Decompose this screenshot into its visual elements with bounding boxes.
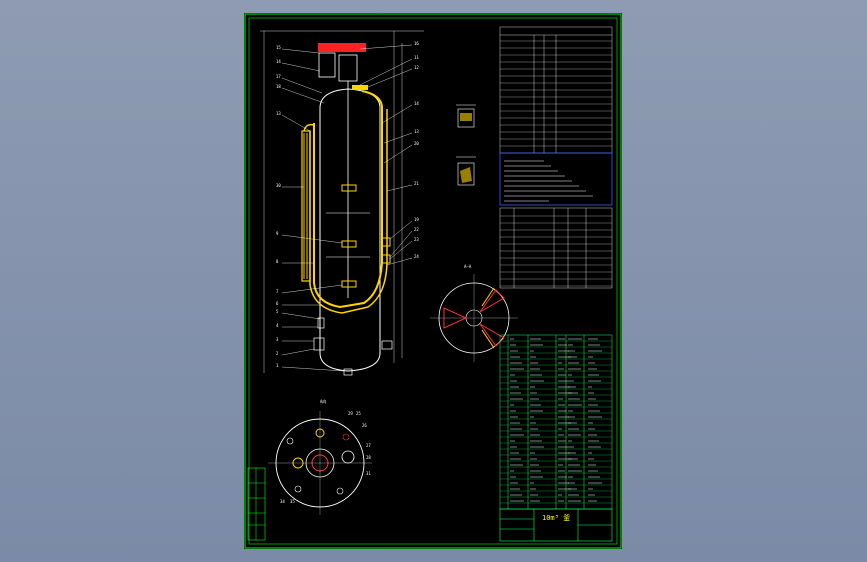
top-callout-34: 34 xyxy=(280,499,285,504)
section-a-label: A—A xyxy=(464,264,472,269)
drive-flange xyxy=(318,43,366,52)
drawing-title: 10m³ 釜 xyxy=(542,513,570,522)
impeller-middle xyxy=(341,240,357,248)
callout-3: 3 xyxy=(276,337,279,342)
callout-21: 21 xyxy=(414,181,419,186)
side-strip xyxy=(247,467,266,541)
callout-22: 22 xyxy=(414,227,419,232)
top-view: A向 29 25 26 27 28 31 34 35 xyxy=(268,398,372,515)
top-callout-26: 26 xyxy=(362,423,367,428)
cad-drawing: 15 14 17 18 13 30 9 8 7 6 5 4 3 2 1 16 1… xyxy=(244,13,622,549)
callout-30: 30 xyxy=(276,183,281,188)
top-callout-29: 29 xyxy=(348,411,353,416)
top-callout-28: 28 xyxy=(366,455,371,460)
callout-7: 7 xyxy=(276,289,279,294)
coil-bank xyxy=(301,130,311,282)
vessel-elevation: 15 14 17 18 13 30 9 8 7 6 5 4 3 2 1 16 1… xyxy=(260,30,424,376)
callout-13: 13 xyxy=(276,111,281,116)
impeller-lower xyxy=(341,280,357,288)
impeller-upper xyxy=(341,184,357,192)
top-callout-31: 31 xyxy=(366,471,371,476)
support-leg-left xyxy=(317,317,325,329)
callout-5: 5 xyxy=(276,309,279,314)
callout-23: 23 xyxy=(414,237,419,242)
drawing-sheet: 15 14 17 18 13 30 9 8 7 6 5 4 3 2 1 16 1… xyxy=(244,13,622,549)
callout-1: 1 xyxy=(276,363,279,368)
callout-12: 12 xyxy=(414,65,419,70)
callout-4: 4 xyxy=(276,323,279,328)
detail-views xyxy=(456,104,476,186)
callout-24: 24 xyxy=(414,254,419,259)
top-nozzle xyxy=(352,85,368,90)
callout-16: 16 xyxy=(414,41,419,46)
top-callout-35: 35 xyxy=(290,499,295,504)
callout-14r: 14 xyxy=(414,101,419,106)
callout-2: 2 xyxy=(276,351,279,356)
section-view-a: A—A xyxy=(430,264,518,362)
vessel-shell xyxy=(319,88,381,372)
nozzle-table xyxy=(499,207,613,289)
callout-9: 9 xyxy=(276,231,279,236)
callout-18: 18 xyxy=(276,84,281,89)
callout-6: 6 xyxy=(276,301,279,306)
callout-14: 14 xyxy=(276,59,281,64)
top-view-label: A向 xyxy=(320,398,326,404)
support-leg-right xyxy=(381,340,393,350)
callout-15: 15 xyxy=(276,45,281,50)
reducer xyxy=(338,54,358,82)
callout-17: 17 xyxy=(276,74,281,79)
side-nozzle xyxy=(381,237,391,247)
bottom-outlet xyxy=(343,368,353,376)
callout-11: 11 xyxy=(414,55,419,60)
callout-8: 8 xyxy=(276,259,279,264)
outer-border xyxy=(244,13,622,549)
top-callout-27: 27 xyxy=(366,443,371,448)
top-callout-25: 25 xyxy=(356,411,361,416)
callout-19: 19 xyxy=(414,217,419,222)
motor xyxy=(318,52,336,78)
callout-20: 20 xyxy=(414,141,419,146)
callout-13r: 13 xyxy=(414,129,419,134)
